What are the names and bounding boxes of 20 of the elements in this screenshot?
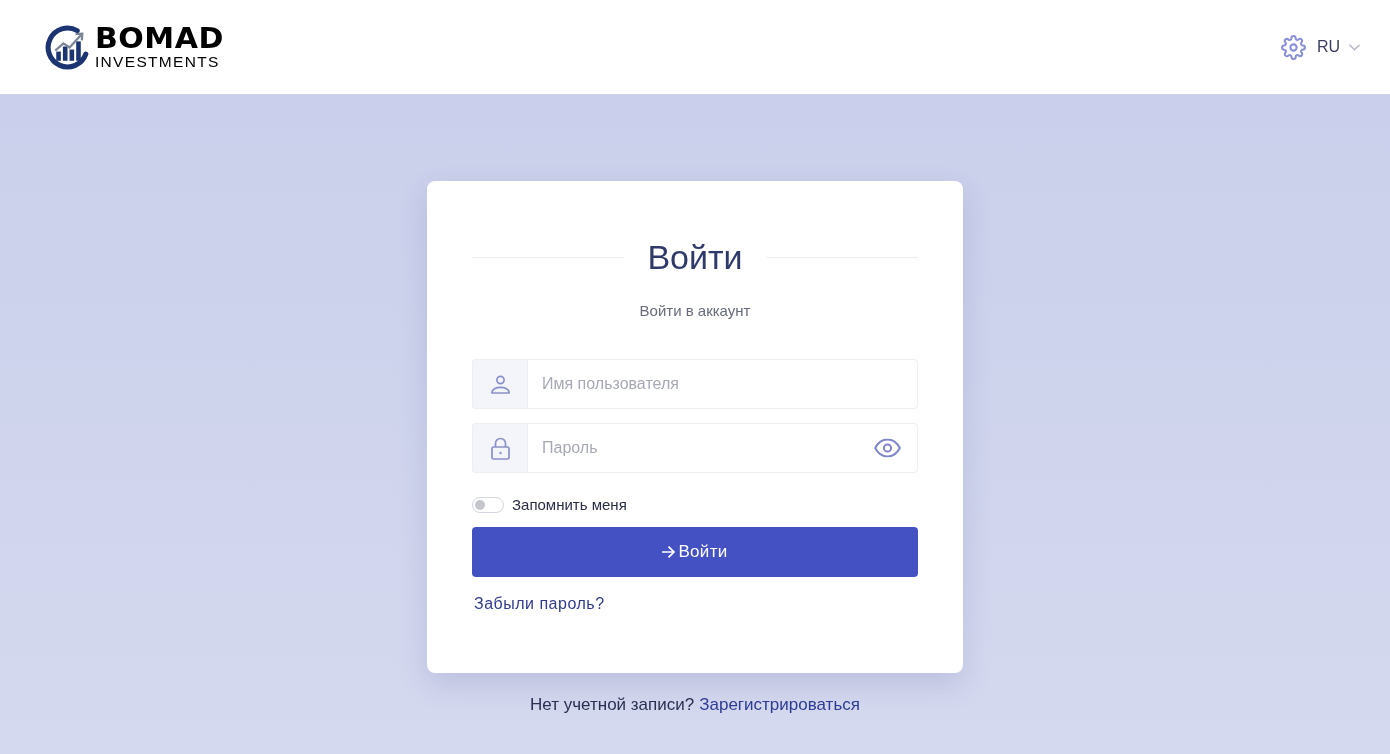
username-field[interactable]: Имя пользователя xyxy=(527,359,918,409)
password-field[interactable]: Пароль xyxy=(527,423,918,473)
logo-icon xyxy=(44,23,91,71)
language-dropdown[interactable]: RU xyxy=(1316,35,1360,59)
login-button[interactable]: Войти xyxy=(472,527,918,577)
remember-label: Запомнить меня xyxy=(512,495,627,515)
no-account-text: Нет учетной записи? xyxy=(530,694,695,716)
lock-icon xyxy=(490,436,510,460)
user-icon xyxy=(490,374,510,394)
remember-toggle[interactable] xyxy=(472,497,504,513)
register-link[interactable]: Зарегистрироваться xyxy=(699,693,860,717)
card-title: Войти xyxy=(647,237,743,277)
logo-subtitle: INVESTMENTS xyxy=(95,52,221,70)
caret-icon xyxy=(1349,43,1360,51)
settings-icon[interactable] xyxy=(1280,34,1306,60)
show-password-icon[interactable] xyxy=(874,438,901,458)
card-subtitle: Войти в аккаунт xyxy=(638,301,752,321)
arrow-icon xyxy=(662,546,676,558)
logo-title: BOMAD xyxy=(95,25,224,50)
forgot-password-link[interactable]: Забыли пароль? xyxy=(474,593,605,615)
